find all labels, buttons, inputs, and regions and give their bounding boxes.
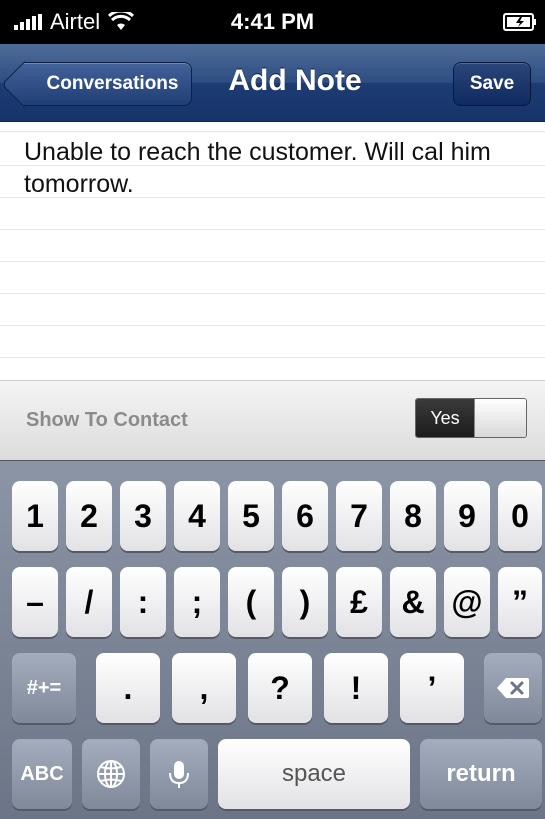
key-0[interactable]: 0 (498, 481, 542, 551)
key-open-paren[interactable]: ( (228, 567, 274, 637)
key-9[interactable]: 9 (444, 481, 490, 551)
key-3[interactable]: 3 (120, 481, 166, 551)
key-globe[interactable] (82, 739, 140, 809)
key-quote[interactable]: ” (498, 567, 542, 637)
back-button[interactable]: Conversations (24, 62, 192, 106)
battery-icon (503, 13, 536, 31)
key-space[interactable]: space (218, 739, 410, 809)
key-6[interactable]: 6 (282, 481, 328, 551)
key-close-paren[interactable]: ) (282, 567, 328, 637)
show-to-contact-toggle[interactable]: Yes (415, 398, 527, 438)
key-apostrophe[interactable]: ’ (400, 653, 464, 723)
microphone-icon (169, 761, 189, 788)
key-more-symbols[interactable]: #+= (12, 653, 76, 723)
toggle-on-label: Yes (416, 399, 474, 437)
key-backspace[interactable] (484, 653, 542, 723)
show-to-contact-label: Show To Contact (26, 409, 188, 431)
navigation-bar: Conversations Add Note Save (0, 44, 545, 122)
globe-icon (97, 760, 125, 788)
key-period[interactable]: . (96, 653, 160, 723)
key-4[interactable]: 4 (174, 481, 220, 551)
key-semicolon[interactable]: ; (174, 567, 220, 637)
status-bar: Airtel 4:41 PM (0, 0, 545, 44)
key-comma[interactable]: , (172, 653, 236, 723)
key-1[interactable]: 1 (12, 481, 58, 551)
status-time: 4:41 PM (230, 9, 315, 34)
key-7[interactable]: 7 (336, 481, 382, 551)
key-dictation[interactable] (150, 739, 208, 809)
key-colon[interactable]: : (120, 567, 166, 637)
backspace-icon (497, 678, 529, 698)
save-button[interactable]: Save (453, 62, 531, 106)
back-button-container: Conversations (0, 44, 200, 122)
key-exclamation[interactable]: ! (324, 653, 388, 723)
key-2[interactable]: 2 (66, 481, 112, 551)
key-slash[interactable]: / (66, 567, 112, 637)
key-at[interactable]: @ (444, 567, 490, 637)
key-5[interactable]: 5 (228, 481, 274, 551)
show-to-contact-row: Show To Contact Yes (0, 380, 545, 460)
note-text: Unable to reach the customer. Will cal h… (24, 138, 491, 198)
key-dash[interactable]: – (12, 567, 58, 637)
toggle-knob (474, 399, 526, 437)
key-abc[interactable]: ABC (12, 739, 72, 809)
note-text-area[interactable]: Unable to reach the customer. Will cal h… (0, 122, 545, 380)
page-title: Add Note (228, 64, 362, 97)
key-ampersand[interactable]: & (390, 567, 436, 637)
keyboard: 1 2 3 4 5 6 7 8 9 0 – / : ; ( ) £ & @ ” … (0, 460, 545, 819)
key-8[interactable]: 8 (390, 481, 436, 551)
key-question[interactable]: ? (248, 653, 312, 723)
key-return[interactable]: return (420, 739, 542, 809)
key-pound[interactable]: £ (336, 567, 382, 637)
